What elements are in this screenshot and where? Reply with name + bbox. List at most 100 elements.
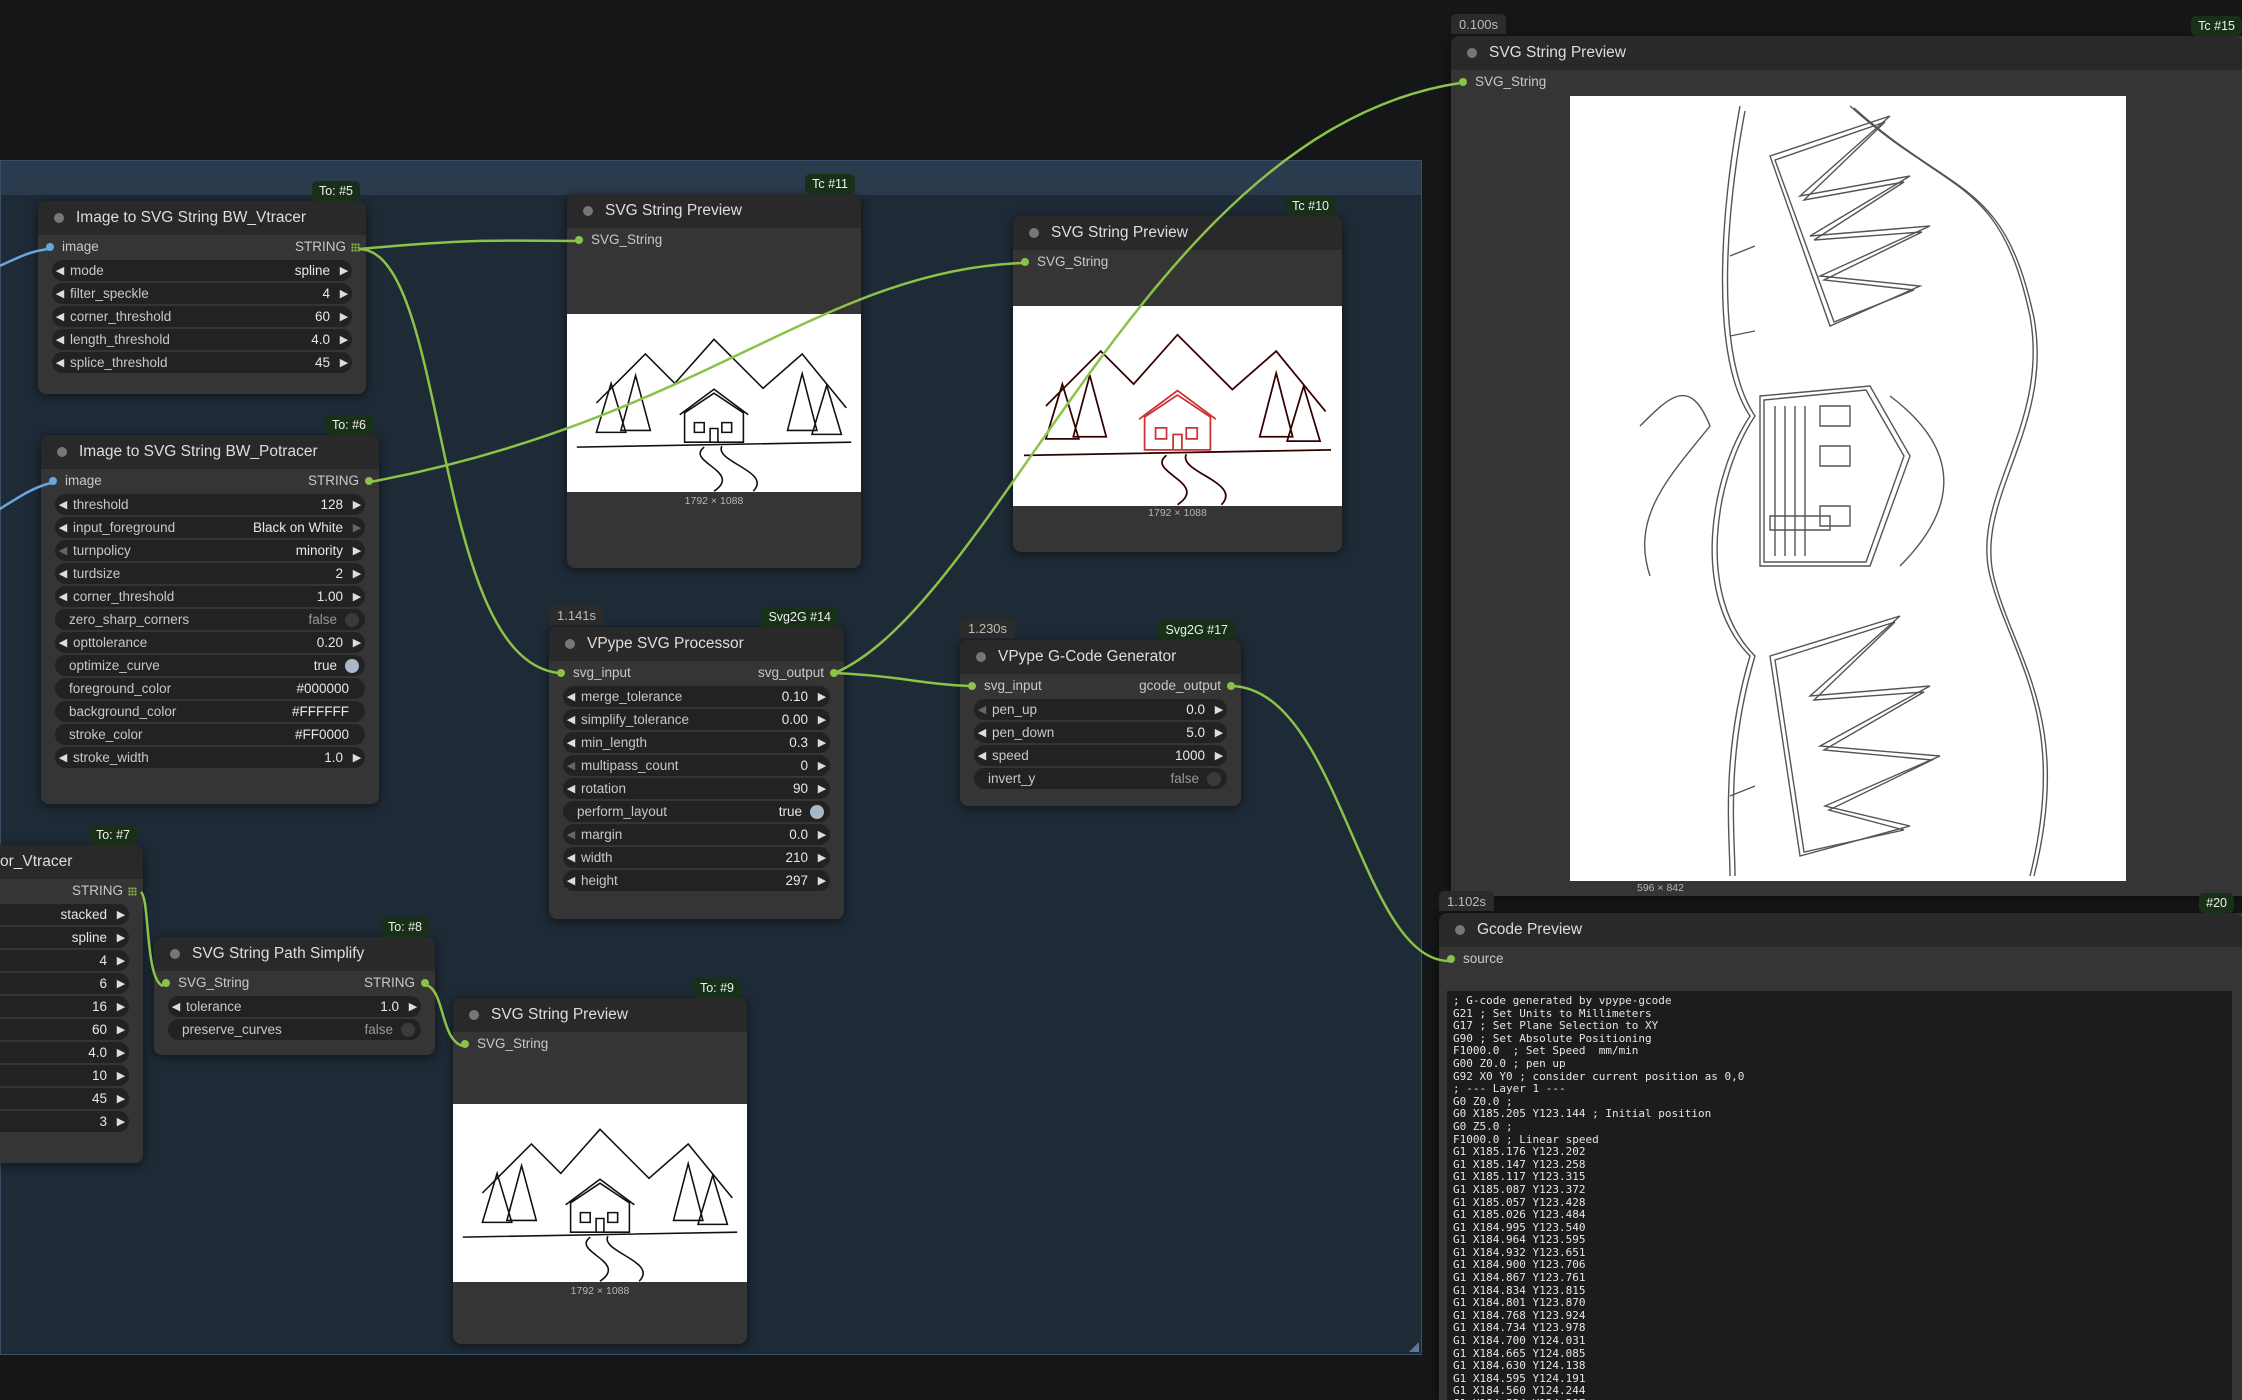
output-socket-string[interactable] [351,243,360,252]
right-arrow-icon[interactable]: ▶ [814,828,830,841]
right-arrow-icon[interactable]: ▶ [405,1000,421,1013]
widget-opttolerance[interactable]: ◀ opttolerance 0.20 ▶ [55,632,365,653]
collapse-dot[interactable] [170,949,180,959]
left-arrow-icon[interactable]: ◀ [563,828,579,841]
right-arrow-icon[interactable]: ▶ [113,1069,129,1082]
node-title[interactable]: SVG String Preview [1013,216,1342,250]
right-arrow-icon[interactable]: ▶ [336,310,352,323]
node-title[interactable]: VPype G-Code Generator [960,640,1241,674]
widget-value-row[interactable]: 4 ▶ [0,950,129,971]
collapse-dot[interactable] [1029,228,1039,238]
widget-value-row[interactable]: 3 ▶ [0,1111,129,1132]
right-arrow-icon[interactable]: ▶ [113,1115,129,1128]
collapse-dot[interactable] [583,206,593,216]
left-arrow-icon[interactable]: ◀ [563,736,579,749]
widget-width[interactable]: ◀ width 210 ▶ [563,847,830,868]
node-svg-preview-10[interactable]: Tc #10 SVG String Preview SVG_String 179… [1013,196,1342,552]
widget-min-length[interactable]: ◀ min_length 0.3 ▶ [563,732,830,753]
left-arrow-icon[interactable]: ◀ [563,782,579,795]
widget-value-row[interactable]: 45 ▶ [0,1088,129,1109]
input-socket-svg-string[interactable] [1459,78,1467,86]
node-gcode-generator-17[interactable]: 1.230s Svg2G #17 VPype G-Code Generator … [960,618,1241,806]
right-arrow-icon[interactable]: ▶ [113,1023,129,1036]
output-socket-svg-output[interactable] [830,669,838,677]
widget-corner-threshold[interactable]: ◀ corner_threshold 60 ▶ [52,306,352,327]
right-arrow-icon[interactable]: ▶ [814,782,830,795]
left-arrow-icon[interactable]: ◀ [52,287,68,300]
left-arrow-icon[interactable]: ◀ [974,703,990,716]
collapse-dot[interactable] [469,1010,479,1020]
right-arrow-icon[interactable]: ▶ [814,759,830,772]
widget-rotation[interactable]: ◀ rotation 90 ▶ [563,778,830,799]
node-svg-preview-9[interactable]: To: #9 SVG String Preview SVG_String 179… [453,978,747,1344]
node-title[interactable]: Image to SVG String BW_Vtracer [38,201,366,235]
node-title[interactable]: VPype SVG Processor [549,627,844,661]
input-socket-image[interactable] [46,243,54,251]
node-path-simplify-8[interactable]: To: #8 SVG String Path Simplify SVG_Stri… [154,917,435,1055]
collapse-dot[interactable] [57,447,67,457]
left-arrow-icon[interactable]: ◀ [52,310,68,323]
node-title[interactable]: SVG String Preview [567,194,861,228]
left-arrow-icon[interactable]: ◀ [974,749,990,762]
input-socket-source[interactable] [1447,955,1455,963]
widget-value-row[interactable]: 6 ▶ [0,973,129,994]
input-socket-svg-string[interactable] [461,1040,469,1048]
node-title[interactable]: SVG String Path Simplify [154,937,435,971]
right-arrow-icon[interactable]: ▶ [349,590,365,603]
right-arrow-icon[interactable]: ▶ [113,1000,129,1013]
widget-merge-tolerance[interactable]: ◀ merge_tolerance 0.10 ▶ [563,686,830,707]
input-socket-svg-input[interactable] [557,669,565,677]
output-socket-gcode-output[interactable] [1227,682,1235,690]
right-arrow-icon[interactable]: ▶ [814,713,830,726]
widget-background-color[interactable]: background_color #FFFFFF [55,701,365,722]
input-socket-svg-string[interactable] [575,236,583,244]
widget-stroke-color[interactable]: stroke_color #FF0000 [55,724,365,745]
widget-length-threshold[interactable]: ◀ length_threshold 4.0 ▶ [52,329,352,350]
right-arrow-icon[interactable]: ▶ [113,931,129,944]
widget-input-foreground[interactable]: ◀ input_foreground Black on White ▶ [55,517,365,538]
widget-stroke-width[interactable]: ◀ stroke_width 1.0 ▶ [55,747,365,768]
right-arrow-icon[interactable]: ▶ [1211,726,1227,739]
node-title[interactable]: Gcode Preview [1439,913,2242,947]
left-arrow-icon[interactable]: ◀ [563,759,579,772]
left-arrow-icon[interactable]: ◀ [55,590,71,603]
widget-splice-threshold[interactable]: ◀ splice_threshold 45 ▶ [52,352,352,373]
output-socket-string[interactable] [365,477,373,485]
widget-speed[interactable]: ◀ speed 1000 ▶ [974,745,1227,766]
widget-corner-threshold[interactable]: ◀ corner_threshold 1.00 ▶ [55,586,365,607]
right-arrow-icon[interactable]: ▶ [349,567,365,580]
right-arrow-icon[interactable]: ▶ [349,498,365,511]
left-arrow-icon[interactable]: ◀ [55,521,71,534]
widget-turdsize[interactable]: ◀ turdsize 2 ▶ [55,563,365,584]
left-arrow-icon[interactable]: ◀ [52,264,68,277]
toggle-zero-sharp-corners[interactable]: zero_sharp_corners false [55,609,365,630]
input-socket-svg-input[interactable] [968,682,976,690]
toggle-knob[interactable] [345,612,359,627]
widget-value-row[interactable]: stacked ▶ [0,904,129,925]
node-title[interactable]: Image to SVG String BW_Potracer [41,435,379,469]
widget-multipass-count[interactable]: ◀ multipass_count 0 ▶ [563,755,830,776]
node-color-vtracer-7[interactable]: To: #7 or_Vtracer STRING stacked ▶ spline… [0,825,143,1163]
widget-filter-speckle[interactable]: ◀ filter_speckle 4 ▶ [52,283,352,304]
node-title[interactable]: SVG String Preview [1451,36,2242,70]
widget-pen-up[interactable]: ◀ pen_up 0.0 ▶ [974,699,1227,720]
left-arrow-icon[interactable]: ◀ [55,544,71,557]
node-svg-preview-11[interactable]: Tc #11 SVG String Preview SVG_String 179… [567,174,861,568]
right-arrow-icon[interactable]: ▶ [113,1046,129,1059]
widget-tolerance[interactable]: ◀ tolerance 1.0 ▶ [168,996,421,1017]
group-header[interactable] [1,161,1421,195]
widget-threshold[interactable]: ◀ threshold 128 ▶ [55,494,365,515]
widget-height[interactable]: ◀ height 297 ▶ [563,870,830,891]
right-arrow-icon[interactable]: ▶ [814,736,830,749]
collapse-dot[interactable] [1467,48,1477,58]
node-vpype-processor-14[interactable]: 1.141s Svg2G #14 VPype SVG Processor svg… [549,605,844,919]
right-arrow-icon[interactable]: ▶ [349,521,365,534]
toggle-knob[interactable] [401,1022,415,1037]
toggle-knob[interactable] [1207,771,1221,786]
collapse-dot[interactable] [565,639,575,649]
right-arrow-icon[interactable]: ▶ [349,751,365,764]
toggle-invert-y[interactable]: invert_y false [974,768,1227,789]
right-arrow-icon[interactable]: ▶ [814,851,830,864]
node-svg-preview-15[interactable]: 0.100s Tc #15 SVG String Preview SVG_Str… [1451,14,2242,896]
toggle-preserve-curves[interactable]: preserve_curves false [168,1019,421,1040]
